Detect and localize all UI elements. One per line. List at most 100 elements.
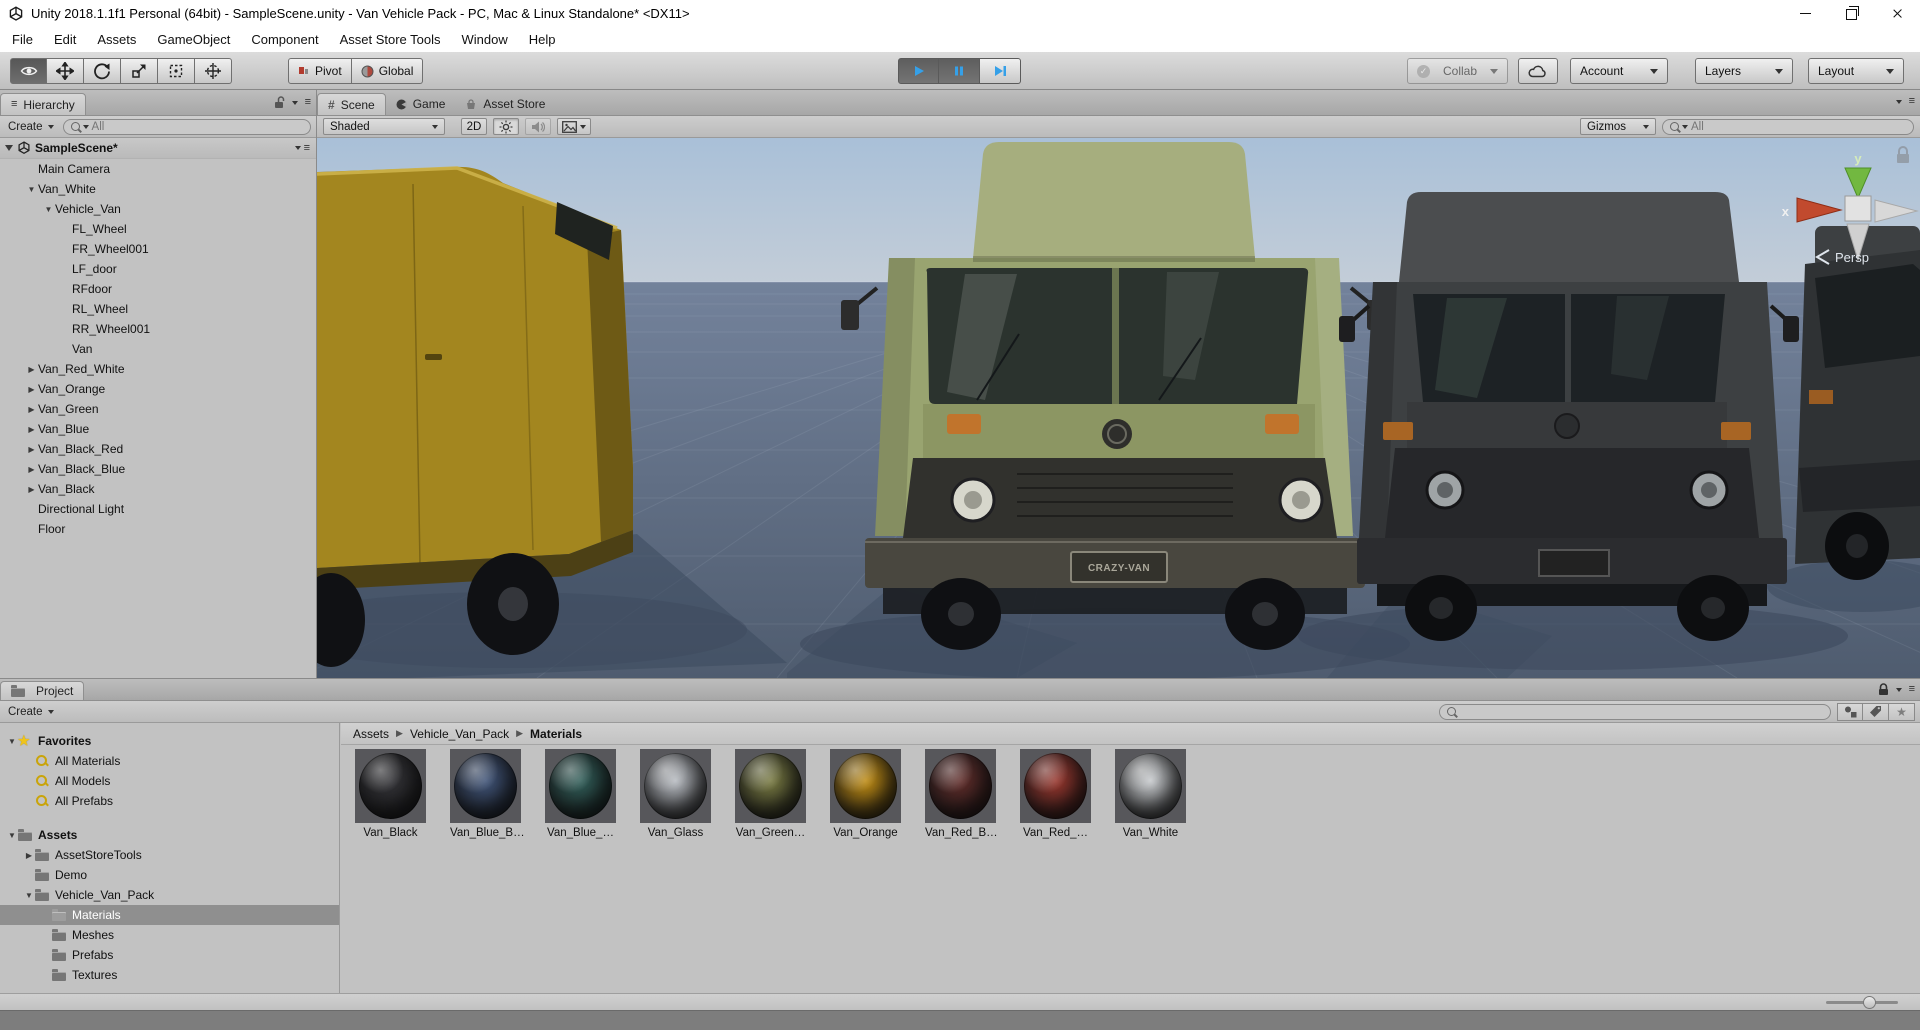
hierarchy-item[interactable]: RFdoor <box>0 279 316 299</box>
project-tree-item[interactable]: All Prefabs <box>0 791 339 811</box>
lighting-toggle-button[interactable] <box>493 118 519 135</box>
project-tree-item[interactable]: Prefabs <box>0 945 339 965</box>
foldout-arrow[interactable]: ▶ <box>23 851 35 860</box>
minimize-button[interactable] <box>1782 0 1828 27</box>
rotate-tool-button[interactable] <box>84 58 121 84</box>
chevron-down-icon[interactable] <box>580 124 586 129</box>
hierarchy-item[interactable]: RL_Wheel <box>0 299 316 319</box>
hierarchy-item[interactable]: ▶ Van_Black <box>0 479 316 499</box>
hierarchy-item[interactable]: RR_Wheel001 <box>0 319 316 339</box>
collab-button[interactable]: Collab <box>1407 58 1508 84</box>
2d-toggle-button[interactable]: 2D <box>461 118 487 135</box>
project-tree-item[interactable]: ▼ Vehicle_Van_Pack <box>0 885 339 905</box>
saved-search-button[interactable] <box>1889 702 1915 721</box>
hierarchy-item[interactable]: ▶ Van_Black_Red <box>0 439 316 459</box>
account-dropdown[interactable]: Account <box>1570 58 1668 84</box>
project-tree-item[interactable]: Materials <box>0 905 339 925</box>
chevron-down-icon[interactable] <box>291 100 298 105</box>
layers-dropdown[interactable]: Layers <box>1695 58 1793 84</box>
hierarchy-create-button[interactable]: Create <box>5 121 57 133</box>
search-by-type-button[interactable] <box>1837 702 1863 721</box>
project-tree-item[interactable]: All Materials <box>0 751 339 771</box>
hierarchy-item[interactable]: ▼ Vehicle_Van <box>0 199 316 219</box>
pause-button[interactable] <box>939 58 980 84</box>
audio-toggle-button[interactable] <box>525 118 551 135</box>
menu-item[interactable]: Asset Store Tools <box>340 32 441 47</box>
scene-root-row[interactable]: SampleScene* <box>0 138 316 159</box>
foldout-arrow[interactable] <box>5 145 13 151</box>
foldout-arrow[interactable]: ▼ <box>23 891 35 900</box>
menu-item[interactable]: Help <box>529 32 556 47</box>
hierarchy-item[interactable]: FL_Wheel <box>0 219 316 239</box>
material-item[interactable]: Van_Red_B… <box>925 749 998 839</box>
foldout-arrow[interactable]: ▼ <box>6 831 18 840</box>
slider-knob[interactable] <box>1863 996 1877 1009</box>
chevron-down-icon[interactable] <box>294 146 301 150</box>
step-button[interactable] <box>980 58 1021 84</box>
project-tree-item[interactable]: ▼ Assets <box>0 825 339 845</box>
cloud-button[interactable] <box>1518 58 1558 84</box>
hierarchy-item[interactable]: FR_Wheel001 <box>0 239 316 259</box>
tab-hierarchy[interactable]: Hierarchy <box>0 93 86 115</box>
tab-scene[interactable]: # Scene <box>317 93 386 115</box>
material-item[interactable]: Van_Black <box>355 749 426 839</box>
scene-viewport[interactable]: CRAZY-VAN y x Persp <box>317 138 1920 678</box>
menu-item[interactable]: GameObject <box>157 32 230 47</box>
scene-menu-icon[interactable] <box>304 143 310 154</box>
panel-menu-icon[interactable] <box>1909 684 1915 695</box>
foldout-arrow[interactable]: ▶ <box>25 405 38 414</box>
hierarchy-item[interactable]: Floor <box>0 519 316 539</box>
dark-van[interactable] <box>1339 192 1799 641</box>
hierarchy-item[interactable]: Van <box>0 339 316 359</box>
shading-mode-dropdown[interactable]: Shaded <box>323 118 445 135</box>
menu-item[interactable]: Window <box>462 32 508 47</box>
project-create-button[interactable]: Create <box>5 706 57 718</box>
hierarchy-item[interactable]: Main Camera <box>0 159 316 179</box>
hierarchy-search-input[interactable]: All <box>62 118 311 135</box>
material-item[interactable]: Van_Blue_B… <box>450 749 525 839</box>
background-van[interactable] <box>1795 226 1920 580</box>
restore-button[interactable] <box>1828 0 1874 27</box>
chevron-down-icon[interactable] <box>1895 99 1902 104</box>
foldout-arrow[interactable]: ▶ <box>25 485 38 494</box>
rect-tool-button[interactable] <box>158 58 195 84</box>
tab-project[interactable]: Project <box>0 681 85 700</box>
foldout-arrow[interactable]: ▼ <box>42 205 55 214</box>
gizmos-dropdown[interactable]: Gizmos <box>1580 118 1656 135</box>
hierarchy-item[interactable]: ▶ Van_Green <box>0 399 316 419</box>
hierarchy-item[interactable]: LF_door <box>0 259 316 279</box>
hierarchy-item[interactable]: ▶ Van_Blue <box>0 419 316 439</box>
play-button[interactable] <box>898 58 939 84</box>
hierarchy-item[interactable]: ▶ Van_Red_White <box>0 359 316 379</box>
tab-game[interactable]: Game <box>386 93 456 115</box>
material-item[interactable]: Van_Blue_… <box>545 749 616 839</box>
menu-item[interactable]: Assets <box>97 32 136 47</box>
foldout-arrow[interactable]: ▶ <box>25 365 38 374</box>
project-tree-item[interactable]: Meshes <box>0 925 339 945</box>
menu-item[interactable]: Edit <box>54 32 76 47</box>
scale-tool-button[interactable] <box>121 58 158 84</box>
hierarchy-item[interactable]: ▼ Van_White <box>0 179 316 199</box>
breadcrumb-materials[interactable]: Materials <box>530 727 582 741</box>
breadcrumb-assets[interactable]: Assets <box>353 727 389 741</box>
scene-search-input[interactable]: All <box>1662 118 1914 135</box>
lock-closed-icon[interactable] <box>1878 683 1889 696</box>
menu-item[interactable]: File <box>12 32 33 47</box>
foldout-arrow[interactable]: ▼ <box>6 737 18 746</box>
material-item[interactable]: Van_Glass <box>640 749 711 839</box>
search-by-label-button[interactable] <box>1863 702 1889 721</box>
panel-menu-icon[interactable] <box>305 97 311 108</box>
hierarchy-item[interactable]: ▶ Van_Orange <box>0 379 316 399</box>
foldout-arrow[interactable]: ▶ <box>25 465 38 474</box>
thumbnail-size-slider[interactable] <box>1826 996 1898 1009</box>
menu-item[interactable]: Component <box>251 32 318 47</box>
move-tool-button[interactable] <box>47 58 84 84</box>
project-search-input[interactable] <box>1439 703 1831 720</box>
close-button[interactable] <box>1874 0 1920 27</box>
transform-tool-button[interactable] <box>195 58 232 84</box>
hand-tool-button[interactable] <box>10 58 47 84</box>
tab-asset-store[interactable]: Asset Store <box>455 93 555 115</box>
project-tree-item[interactable]: Textures <box>0 965 339 985</box>
breadcrumb-vehicle-van-pack[interactable]: Vehicle_Van_Pack <box>410 727 509 741</box>
project-tree-item[interactable]: ▼ Favorites <box>0 731 339 751</box>
